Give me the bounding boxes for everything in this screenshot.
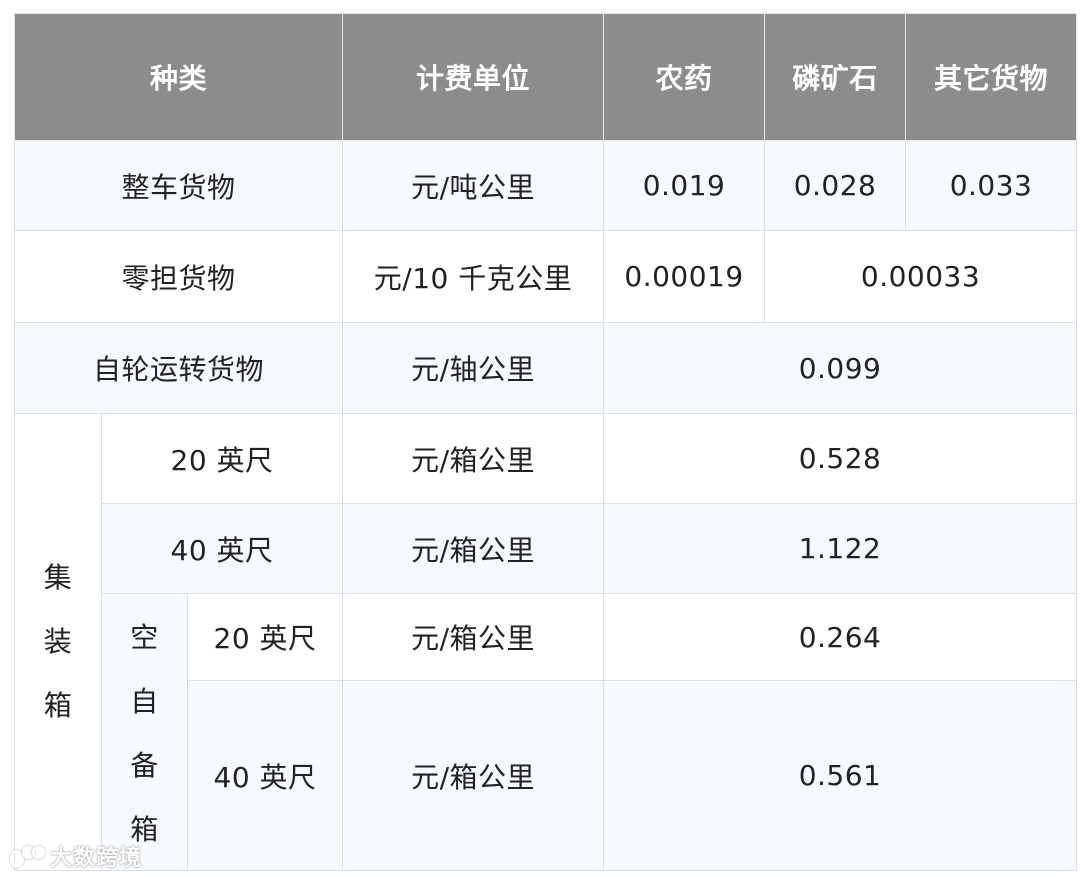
empty-own-char: 空 xyxy=(130,621,159,654)
self-wheeled-label: 自轮运转货物 xyxy=(13,322,344,414)
empty-20-label: 20 英尺 xyxy=(186,593,344,681)
self-wheeled-value: 0.099 xyxy=(603,322,1078,414)
empty-20-value: 0.264 xyxy=(603,593,1078,681)
ltl-label: 零担货物 xyxy=(13,230,344,323)
header-other: 其它货物 xyxy=(905,13,1078,141)
full-car-pesticide: 0.019 xyxy=(603,140,766,231)
table-row-ltl: 零担货物 元/10 千克公里 0.00019 0.00033 xyxy=(13,230,1078,323)
full-car-label: 整车货物 xyxy=(13,140,344,231)
table-row-empty-20: 空 自 备 箱 20 英尺 元/箱公里 0.264 xyxy=(15,593,1078,871)
container-char: 箱 xyxy=(43,689,73,722)
brand-logo-icon xyxy=(10,844,46,868)
container-char: 装 xyxy=(43,625,73,658)
container-20-value: 0.528 xyxy=(603,413,1078,504)
container-40-label: 40 英尺 xyxy=(100,503,344,594)
ltl-rest: 0.00033 xyxy=(764,230,1078,323)
watermark: 大数跨境 xyxy=(10,840,142,872)
freight-rate-table: 种类 计费单位 农药 磷矿石 其它货物 整车货物 元/吨公里 0.019 0.0… xyxy=(13,13,1078,871)
empty-own-char: 备 xyxy=(130,749,159,782)
empty-own-char: 自 xyxy=(130,685,159,718)
header-phosphate: 磷矿石 xyxy=(764,13,907,141)
header-pesticide: 农药 xyxy=(603,13,766,141)
table-row-container-40: 40 英尺 元/箱公里 1.122 xyxy=(15,503,1078,594)
self-wheeled-unit: 元/轴公里 xyxy=(342,322,605,414)
container-40-unit: 元/箱公里 xyxy=(342,503,605,594)
full-car-other: 0.033 xyxy=(905,140,1078,231)
full-car-unit: 元/吨公里 xyxy=(342,140,605,231)
empty-20-unit: 元/箱公里 xyxy=(342,593,605,681)
empty-40-label: 40 英尺 xyxy=(186,680,344,871)
empty-40-value: 0.561 xyxy=(603,680,1078,871)
table-row-container-20: 集 装 箱 20 英尺 元/箱公里 0.528 xyxy=(14,413,1078,871)
container-char: 集 xyxy=(43,561,73,594)
container-label: 集 装 箱 xyxy=(14,413,102,871)
empty-40-unit: 元/箱公里 xyxy=(342,680,605,871)
container-20-label: 20 英尺 xyxy=(100,413,344,504)
table-row-full-car: 整车货物 元/吨公里 0.019 0.028 0.033 xyxy=(13,140,1078,231)
ltl-unit: 元/10 千克公里 xyxy=(342,230,605,323)
ltl-pesticide: 0.00019 xyxy=(603,230,766,323)
full-car-phosphate: 0.028 xyxy=(764,140,907,231)
header-type: 种类 xyxy=(13,13,344,141)
table-row-self-wheeled: 自轮运转货物 元/轴公里 0.099 xyxy=(13,322,1078,414)
container-20-unit: 元/箱公里 xyxy=(342,413,605,504)
header-unit: 计费单位 xyxy=(342,13,605,141)
empty-own-label: 空 自 备 箱 xyxy=(101,593,188,871)
header-row: 种类 计费单位 农药 磷矿石 其它货物 xyxy=(13,13,1078,141)
container-40-value: 1.122 xyxy=(603,503,1078,594)
watermark-text: 大数跨境 xyxy=(50,846,143,871)
